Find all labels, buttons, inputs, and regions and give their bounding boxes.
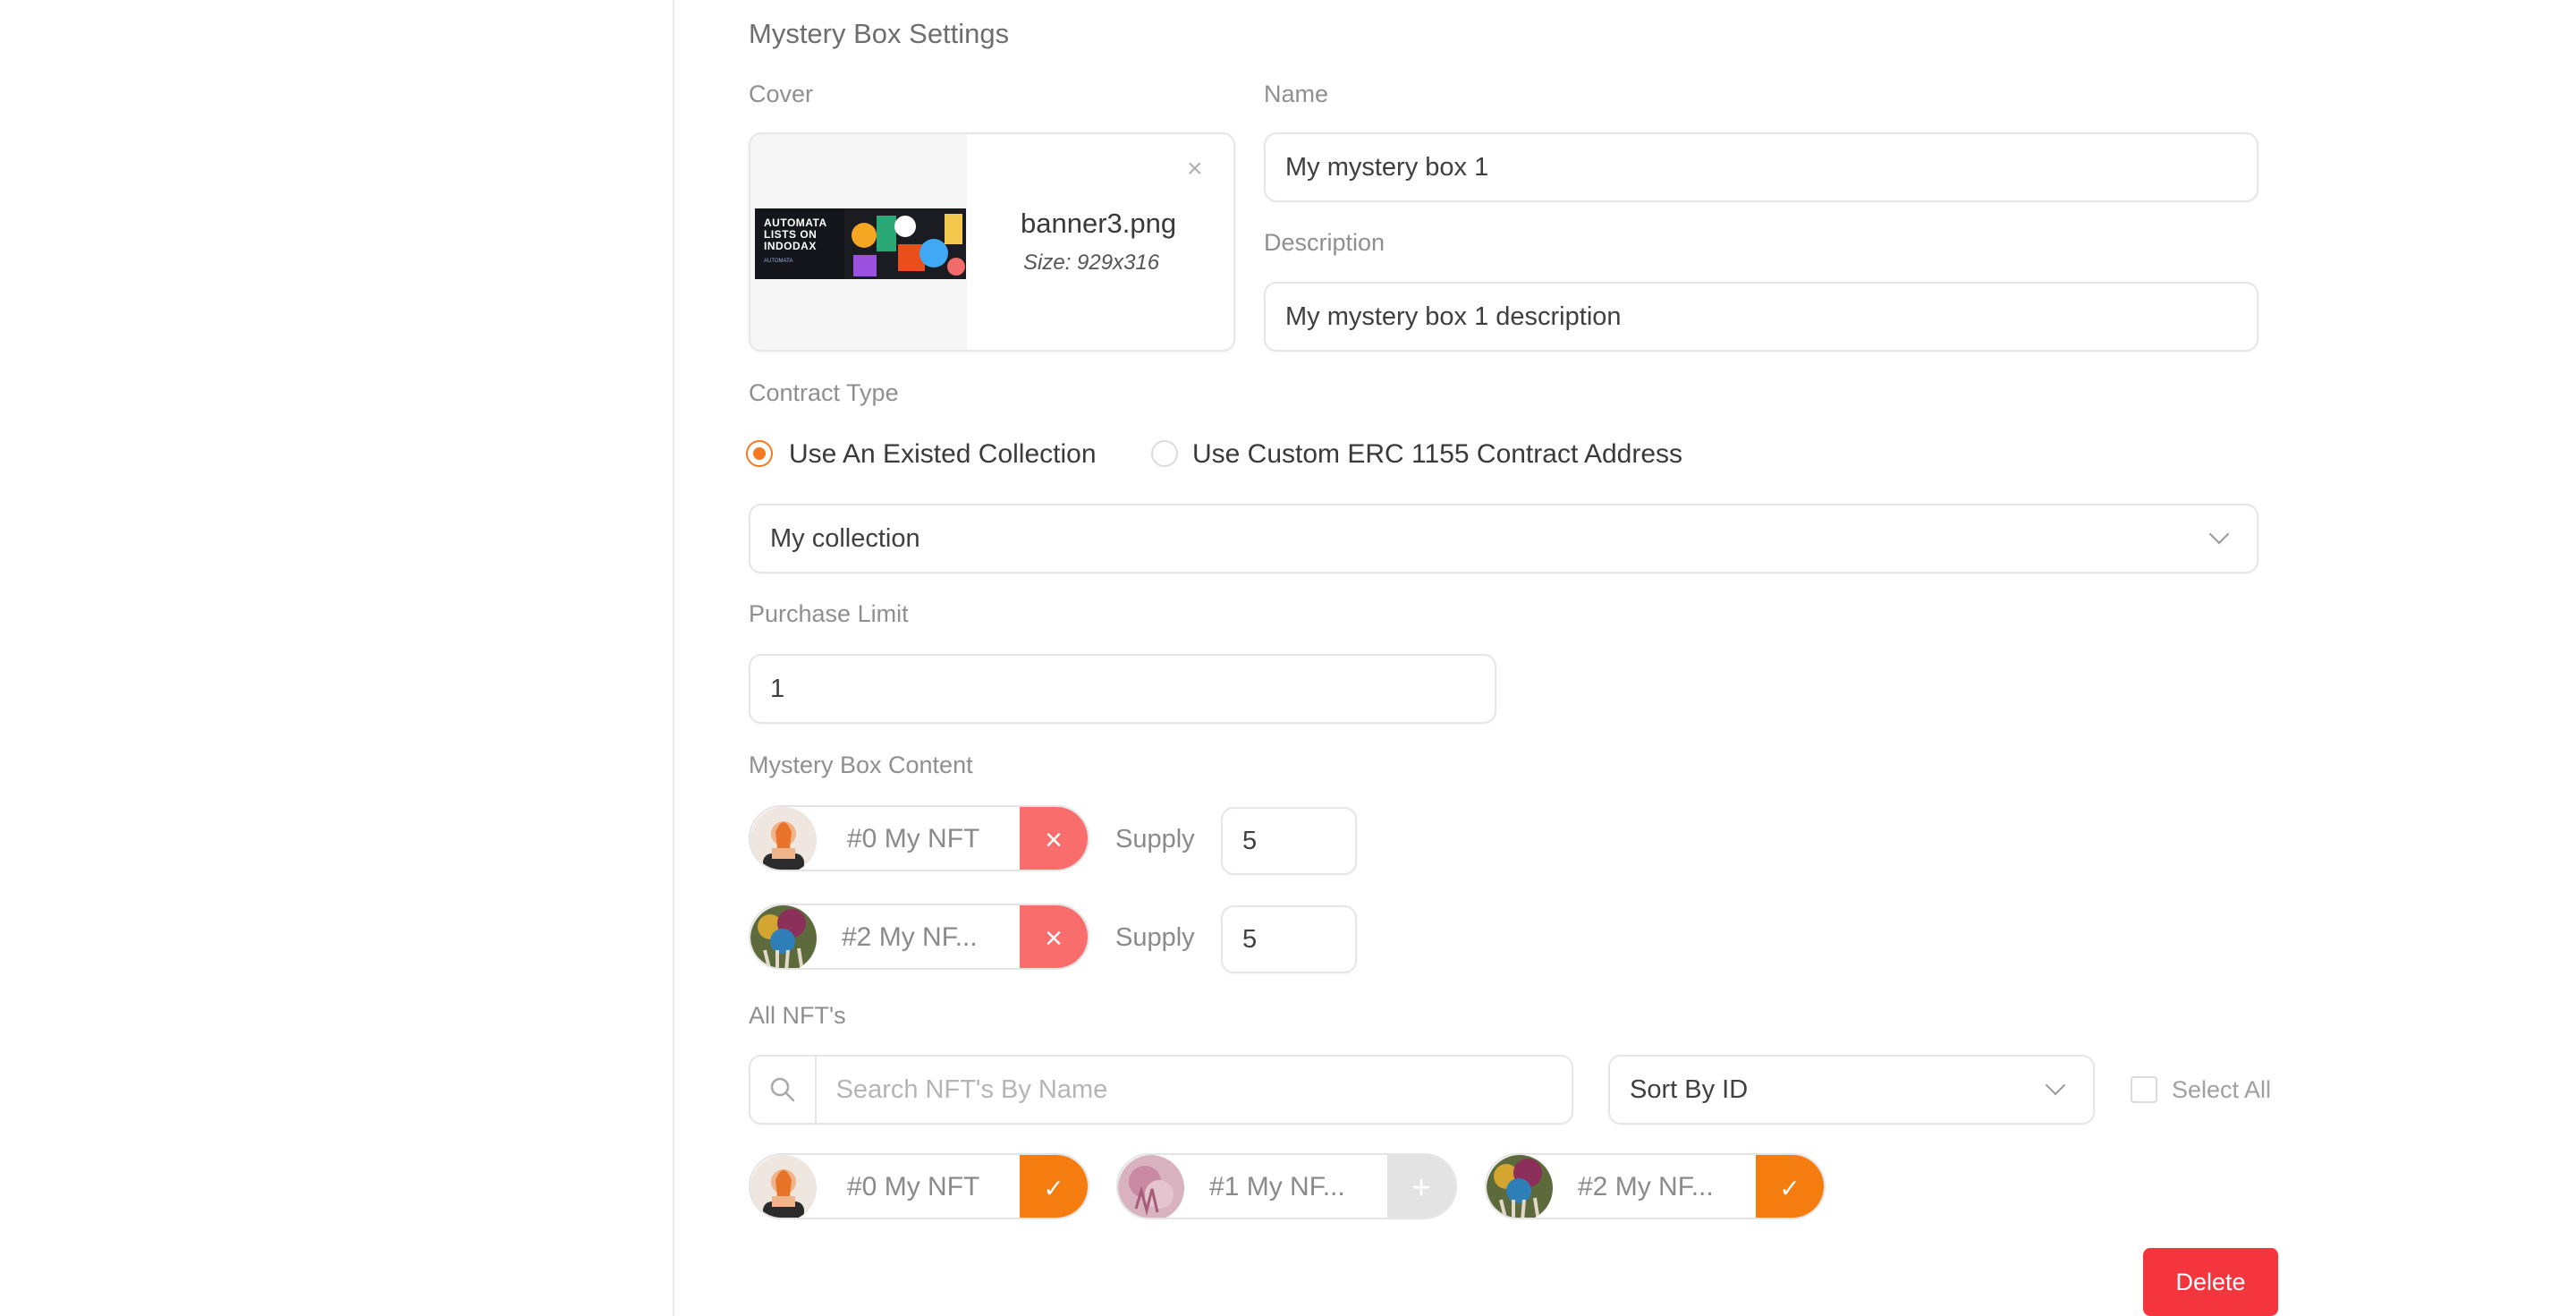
collection-select-value: My collection — [770, 523, 920, 553]
supply-field[interactable] — [1221, 905, 1357, 973]
remove-content-button[interactable]: × — [1020, 905, 1088, 968]
thumbnail-artwork — [844, 208, 966, 279]
nft-item: #1 My NF... + — [1116, 1153, 1457, 1219]
nft-avatar — [750, 905, 817, 968]
purchase-limit-field[interactable] — [749, 654, 1496, 724]
nft-item: #0 My NFT ✓ — [749, 1153, 1089, 1219]
collection-select[interactable]: My collection — [749, 504, 2258, 573]
content-item-name: #0 My NFT — [847, 824, 980, 853]
nft-avatar — [1118, 1155, 1184, 1218]
name-field[interactable] — [1264, 132, 2258, 202]
purchase-limit-label: Purchase Limit — [749, 600, 909, 627]
sidebar-divider — [673, 0, 674, 1316]
radio-existed-collection[interactable] — [746, 440, 773, 467]
cover-file-size: Size: 929x316 — [1023, 250, 1160, 275]
nft-item-name: #2 My NF... — [1578, 1172, 1714, 1201]
sort-select[interactable]: Sort By ID — [1608, 1055, 2095, 1125]
description-input[interactable] — [1285, 284, 2257, 350]
supply-input[interactable] — [1242, 809, 1355, 873]
section-title: Mystery Box Settings — [749, 18, 1010, 49]
content-item: #0 My NFT × — [749, 805, 1089, 871]
cover-upload-card[interactable]: AUTOMATA LISTS ON INDODAX AUTOMATA × ban… — [749, 132, 1235, 352]
contract-type-label: Contract Type — [749, 379, 899, 406]
name-input[interactable] — [1285, 134, 2257, 200]
content-item: #2 My NF... × — [749, 904, 1089, 970]
supply-label: Supply — [1115, 825, 1195, 853]
nft-avatar — [750, 807, 817, 870]
thumbnail-subtext: AUTOMATA — [764, 259, 793, 264]
mystery-box-content-label: Mystery Box Content — [749, 751, 973, 778]
nft-selected-check-icon[interactable]: ✓ — [1020, 1155, 1088, 1218]
remove-content-button[interactable]: × — [1020, 807, 1088, 870]
radio-existed-collection-label[interactable]: Use An Existed Collection — [789, 439, 1097, 470]
sort-select-value: Sort By ID — [1630, 1074, 1749, 1104]
add-nft-icon[interactable]: + — [1387, 1155, 1455, 1218]
description-field[interactable] — [1264, 282, 2258, 352]
nft-selected-check-icon[interactable]: ✓ — [1756, 1155, 1824, 1218]
nft-search-input[interactable] — [816, 1057, 1572, 1123]
nft-item: #2 My NF... ✓ — [1485, 1153, 1826, 1219]
search-icon — [750, 1057, 817, 1123]
delete-button[interactable]: Delete — [2143, 1248, 2278, 1316]
supply-label: Supply — [1115, 923, 1195, 952]
name-label: Name — [1264, 81, 1329, 107]
supply-field[interactable] — [1221, 807, 1357, 875]
nft-search-field[interactable] — [749, 1055, 1573, 1125]
chevron-down-icon — [2208, 523, 2230, 545]
select-all-checkbox[interactable] — [2131, 1076, 2157, 1103]
radio-custom-contract[interactable] — [1151, 440, 1178, 467]
nft-avatar — [1487, 1155, 1553, 1218]
nft-item-name: #0 My NFT — [847, 1172, 980, 1201]
supply-input[interactable] — [1242, 907, 1355, 972]
cover-thumbnail: AUTOMATA LISTS ON INDODAX AUTOMATA — [755, 208, 966, 279]
cover-file-name: banner3.png — [1021, 208, 1177, 239]
radio-custom-contract-label[interactable]: Use Custom ERC 1155 Contract Address — [1192, 439, 1682, 470]
select-all-label[interactable]: Select All — [2172, 1076, 2271, 1104]
all-nfts-label: All NFT's — [749, 1002, 846, 1029]
remove-cover-icon[interactable]: × — [1187, 156, 1203, 183]
description-label: Description — [1264, 229, 1385, 256]
cover-label: Cover — [749, 81, 814, 107]
chevron-down-icon — [2045, 1074, 2066, 1096]
thumbnail-text: AUTOMATA LISTS ON INDODAX — [764, 217, 827, 252]
purchase-limit-input[interactable] — [770, 656, 1495, 722]
content-item-name: #2 My NF... — [842, 922, 978, 952]
nft-avatar — [750, 1155, 817, 1218]
nft-item-name: #1 My NF... — [1209, 1172, 1345, 1201]
